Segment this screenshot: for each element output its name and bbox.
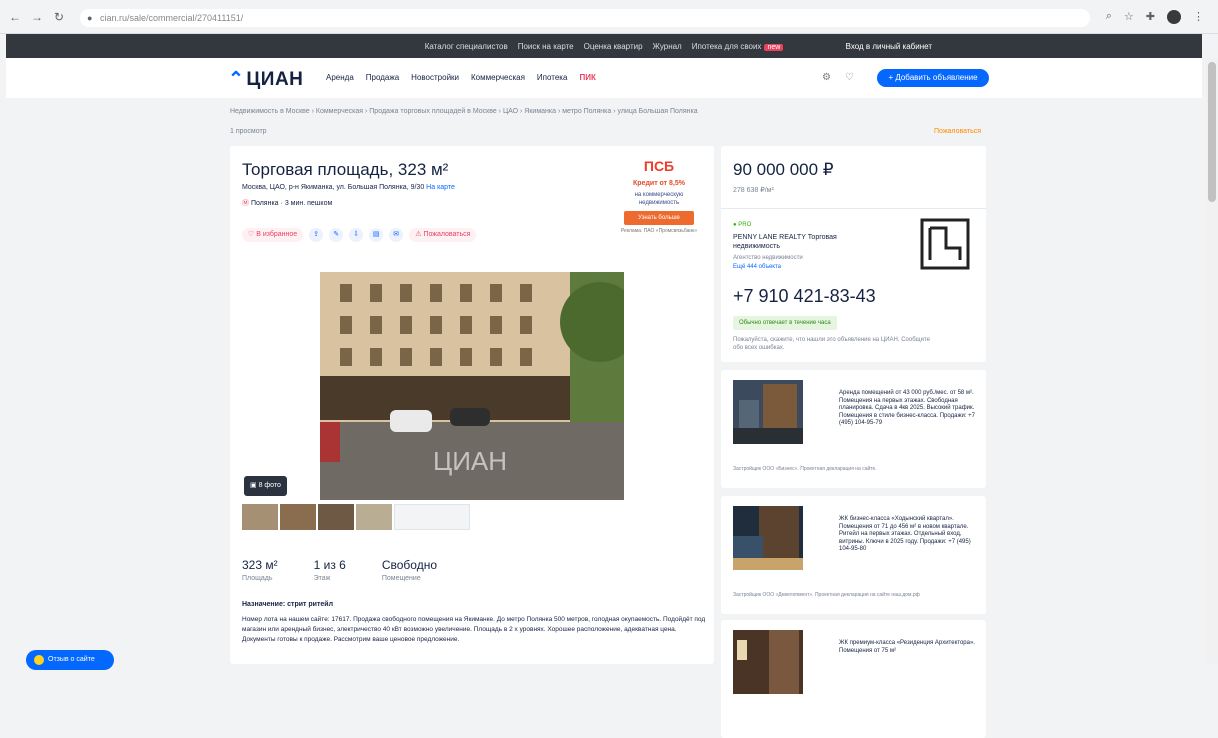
star-icon[interactable]: ☆ [1124, 10, 1134, 24]
fact-floor: 1 из 6 Этаж [313, 558, 346, 582]
listing-title: Торговая площадь, 323 м² [242, 160, 449, 179]
comment-icon[interactable]: ✉ [389, 228, 404, 242]
thumbnail[interactable] [318, 504, 354, 530]
login-link[interactable]: Вход в личный кабинет [846, 42, 932, 51]
contact-note: Пожалуйста, скажите, что нашли это объяв… [733, 337, 930, 351]
photo-count-badge[interactable]: ▣ 8 фото [244, 476, 287, 496]
menu-item-mortgage[interactable]: Ипотека [537, 73, 568, 82]
menu-item-rent[interactable]: Аренда [326, 73, 354, 82]
topstrip-item[interactable]: Журнал [653, 42, 682, 51]
fact-status: Свободно Помещение [381, 558, 438, 582]
psb-fine: Реклама. ПАО «Промсвязьбанк» [620, 228, 698, 234]
complain-button[interactable]: ⚠ Пожаловаться [409, 228, 477, 242]
menu-dots-icon[interactable]: ⋮ [1193, 10, 1204, 24]
promo-image [733, 630, 803, 694]
map-link[interactable]: На карте [426, 184, 455, 191]
scrollbar-thumb[interactable] [1208, 62, 1216, 202]
reload-icon[interactable]: ↻ [52, 10, 66, 24]
thumbnail[interactable] [280, 504, 316, 530]
svg-text:ЦИАН: ЦИАН [433, 446, 507, 476]
cian-logo[interactable]: ⌃ ЦИАН [228, 68, 303, 91]
site-header: ⌃ ЦИАН Аренда Продажа Новостройки Коммерч… [6, 58, 1202, 98]
url-text: cian.ru/sale/commercial/270411151/ [100, 13, 244, 23]
metro-icon: Ⓜ [242, 200, 249, 207]
topstrip-item[interactable]: Ипотека для своих new [692, 42, 784, 51]
promo-card[interactable]: ЖК бизнес-класса «Ходынский квартал». По… [721, 496, 986, 614]
forward-icon[interactable]: → [30, 10, 44, 24]
back-icon[interactable]: ← [8, 10, 22, 24]
main-menu: Аренда Продажа Новостройки Коммерческая … [326, 73, 596, 82]
lock-icon: ● [87, 13, 93, 23]
agent-type: Агентство недвижимости [733, 255, 803, 261]
promo-text: Аренда помещений от 43 000 руб./мес. от … [839, 390, 975, 426]
main-photo[interactable]: ЦИАН [320, 272, 624, 500]
description-text: Номер лота на нашем сайте: 17617. Продаж… [242, 616, 706, 643]
address-bar[interactable]: ● cian.ru/sale/commercial/270411151/ [80, 9, 1090, 27]
extension-icon[interactable]: ✚ [1146, 10, 1155, 24]
promo-text: ЖК премиум-класса «Резиденция Архитектор… [839, 640, 975, 654]
new-badge: new [764, 43, 784, 51]
key-facts: 323 м² Площадь 1 из 6 Этаж Свободно Помещен… [242, 558, 437, 582]
metro-info: Ⓜ Полянка · 3 мин. пешком [242, 200, 333, 207]
views-count: 1 просмотр [230, 128, 267, 135]
promo-disclaimer: Застройщик ООО «Девелопмент». Проектная … [733, 592, 920, 598]
agency-logo[interactable] [920, 218, 970, 270]
menu-item-sale[interactable]: Продажа [366, 73, 399, 82]
profile-avatar[interactable] [1167, 10, 1181, 24]
price-per-meter: 278 638 ₽/м² [733, 187, 774, 194]
price-card: 90 000 000 ₽ 278 638 ₽/м² ● PRO PENNY LA… [721, 146, 986, 362]
agent-status: ● PRO [733, 222, 752, 228]
promo-disclaimer: Застройщик ООО «Бизнес». Проектная декла… [733, 466, 877, 472]
listing-address: Москва, ЦАО, р-н Якиманка, ул. Большая П… [242, 184, 455, 191]
print-icon[interactable]: ▤ [369, 228, 384, 242]
promo-text: ЖК бизнес-класса «Ходынский квартал». По… [839, 516, 971, 552]
compare-icon[interactable]: ⚙ [822, 72, 831, 83]
psb-logo: ПСБ [643, 158, 675, 174]
listing-actions: ♡ В избранное ⇪ ✎ ⇩ ▤ ✉ ⚠ Пожаловаться [242, 228, 477, 242]
logo-mark-icon: ⌃ [228, 69, 245, 90]
thumbnail[interactable] [242, 504, 278, 530]
agent-more-link[interactable]: Ещё 444 объекта [733, 264, 781, 270]
menu-item-commercial[interactable]: Коммерческая [471, 73, 525, 82]
agent-name[interactable]: PENNY LANE REALTY Торговая недвижимость [733, 233, 883, 251]
fact-area: 323 м² Площадь [242, 558, 278, 582]
promo-card[interactable]: Аренда помещений от 43 000 руб./мес. от … [721, 370, 986, 488]
psb-ad[interactable]: ПСБ Кредит от 8,5% на коммерческую недви… [617, 158, 701, 260]
topstrip-item[interactable]: Поиск на карте [518, 42, 574, 51]
topstrip-item[interactable]: Каталог специалистов [425, 42, 508, 51]
share-icon[interactable]: ⇪ [309, 228, 324, 242]
thumbnail-plan[interactable] [394, 504, 470, 530]
scrollbar[interactable] [1206, 58, 1218, 664]
menu-item-pik[interactable]: ПИК [579, 73, 595, 82]
zoom-icon[interactable]: ⌕ [1106, 10, 1112, 24]
breadcrumb[interactable]: Недвижимость в Москве › Коммерческая › П… [230, 108, 698, 115]
topstrip-item[interactable]: Оценка квартир [584, 42, 643, 51]
browser-toolbar: ← → ↻ ● cian.ru/sale/commercial/27041115… [0, 0, 1218, 34]
menu-item-newbuild[interactable]: Новостройки [411, 73, 459, 82]
divider [721, 208, 986, 209]
feedback-button[interactable]: Отзыв о сайте [26, 650, 114, 670]
add-listing-button[interactable]: + Добавить объявление [877, 69, 989, 87]
top-strip: Каталог специалистов Поиск на карте Оцен… [6, 34, 1202, 58]
edit-icon[interactable]: ✎ [329, 228, 344, 242]
promo-image [733, 506, 803, 570]
favorite-button[interactable]: ♡ В избранное [242, 228, 304, 242]
promo-card[interactable]: ЖК премиум-класса «Резиденция Архитектор… [721, 620, 986, 738]
report-link[interactable]: Пожаловаться [934, 128, 981, 135]
price: 90 000 000 ₽ [733, 160, 834, 179]
favorites-icon[interactable]: ♡ [845, 72, 854, 83]
psb-credit: Кредит от 8,5% [633, 180, 685, 187]
psb-button[interactable]: Узнать больше [624, 211, 694, 225]
thumbnail[interactable] [356, 504, 392, 530]
reply-badge: Обычно отвечает в течение часа [733, 316, 837, 330]
photo-thumbnails [242, 504, 470, 530]
listing-card: Торговая площадь, 323 м² Москва, ЦАО, р-… [230, 146, 714, 664]
phone-number[interactable]: +7 910 421-83-43 [733, 286, 876, 307]
download-icon[interactable]: ⇩ [349, 228, 364, 242]
promo-image [733, 380, 803, 444]
psb-sub: на коммерческую недвижимость [634, 192, 684, 206]
description-title: Назначение: стрит ритейл [242, 601, 334, 608]
